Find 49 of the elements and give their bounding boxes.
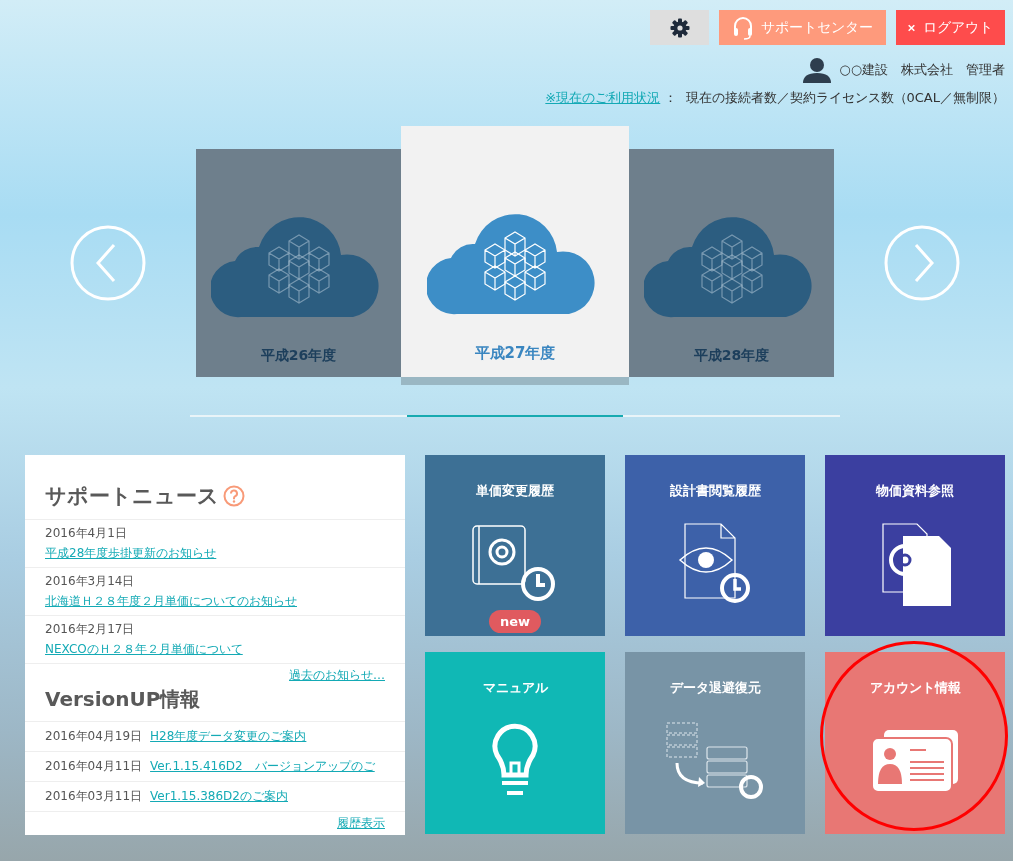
settings-button[interactable]: [650, 10, 709, 45]
news-date: 2016年4月1日: [45, 524, 128, 542]
menu-tile[interactable]: 物価資料参照: [825, 455, 1005, 636]
user-name: ○○建設 株式会社 管理者: [839, 61, 1005, 79]
help-icon[interactable]: [223, 484, 245, 507]
usage-link[interactable]: ※現在のご利用状況: [545, 89, 661, 107]
section-heading: VersionUP情報: [45, 687, 201, 711]
news-link[interactable]: 平成28年度歩掛更新のお知らせ: [45, 544, 385, 562]
tile-label: 設計書閲覧履歴: [669, 482, 761, 500]
version-link[interactable]: H28年度データ変更のご案内: [150, 728, 307, 745]
new-badge: new: [488, 610, 542, 633]
year-label: 平成26年度: [260, 347, 337, 365]
year-card[interactable]: 平成27年度: [401, 126, 629, 385]
database-restore-icon: [665, 721, 765, 801]
tile-label: 物価資料参照: [876, 482, 954, 500]
history-link[interactable]: 履歴表示: [337, 816, 385, 830]
year-card[interactable]: 平成28年度: [629, 149, 834, 377]
menu-tile[interactable]: マニュアル: [425, 652, 605, 834]
section-heading: サポートニュース: [45, 482, 219, 510]
close-icon: [908, 22, 915, 33]
next-button[interactable]: [884, 225, 960, 301]
usage-text: ： 現在の接続者数／契約ライセンス数（0CAL／無制限）: [664, 89, 1005, 107]
version-date: 2016年03月11日: [45, 788, 143, 805]
news-date: 2016年3月14日: [45, 572, 136, 590]
year-label: 平成28年度: [693, 347, 770, 365]
user-icon: [803, 57, 832, 83]
news-date: 2016年2月17日: [45, 620, 136, 638]
year-card[interactable]: 平成26年度: [196, 149, 401, 377]
tile-label: 単価変更履歴: [476, 482, 554, 500]
more-news-link[interactable]: 過去のお知らせ…: [289, 668, 385, 682]
id-card-icon: [870, 728, 960, 794]
version-link[interactable]: Ver.1.15.416D2 バージョンアップのご: [150, 758, 375, 775]
menu-tile[interactable]: 設計書閲覧履歴: [625, 455, 805, 636]
tile-label: データ退避復元: [669, 679, 761, 697]
headset-icon: [732, 15, 753, 40]
version-date: 2016年04月19日: [45, 728, 143, 745]
menu-tile[interactable]: データ退避復元: [625, 652, 805, 834]
logout-button[interactable]: ログアウト: [896, 10, 1005, 45]
menu-tile[interactable]: 単価変更履歴 new: [425, 455, 605, 636]
news-link[interactable]: NEXCOのＨ２８年２月単価について: [45, 640, 385, 658]
version-date: 2016年04月11日: [45, 758, 143, 775]
news-link[interactable]: 北海道Ｈ２８年度２月単価についてのお知らせ: [45, 592, 385, 610]
version-link[interactable]: Ver1.15.386D2のご案内: [150, 788, 288, 805]
menu-tile[interactable]: アカウント情報: [825, 652, 1005, 834]
support-button[interactable]: サポートセンター: [719, 10, 886, 45]
tile-label: マニュアル: [482, 679, 548, 697]
previous-button[interactable]: [70, 225, 146, 301]
year-label: 平成27年度: [474, 344, 556, 363]
tile-label: アカウント情報: [869, 679, 961, 697]
